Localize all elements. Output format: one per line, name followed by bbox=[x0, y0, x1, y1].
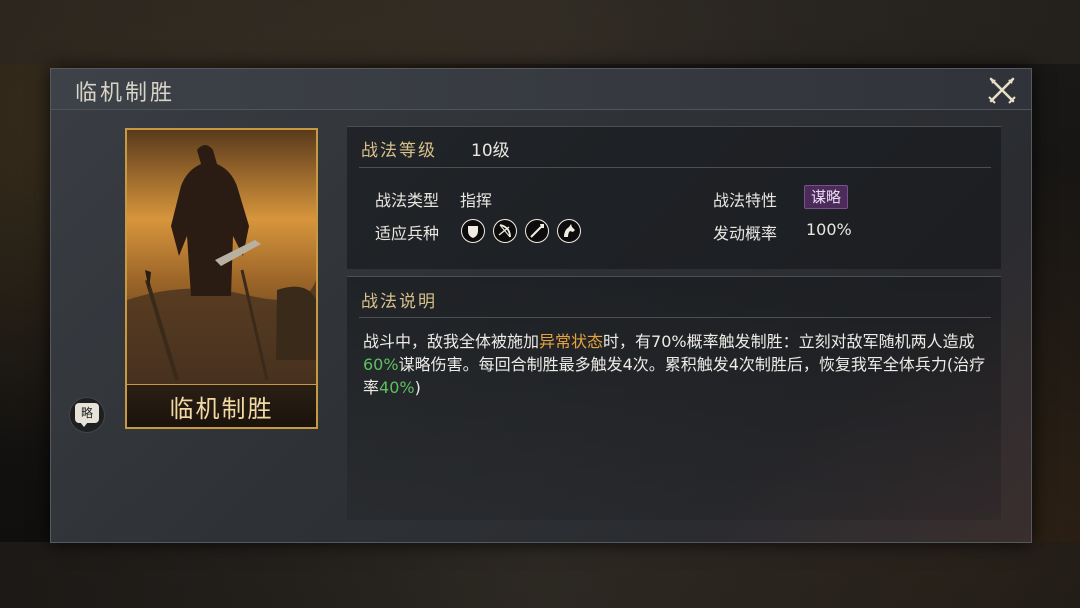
skill-stats-panel: 战法等级 10级 战法类型 指挥 战法特性 谋略 适应兵种 发动概率 100% bbox=[347, 126, 1001, 269]
background-bottom-strip bbox=[0, 542, 1080, 608]
rate-label: 发动概率 bbox=[713, 224, 778, 243]
strategy-type-badge: 略 bbox=[69, 397, 105, 433]
damage-rate-highlight: 60% bbox=[363, 355, 399, 374]
divider bbox=[359, 167, 991, 168]
type-label: 战法类型 bbox=[375, 191, 440, 210]
dialog-title: 临机制胜 bbox=[75, 81, 176, 106]
card-name: 临机制胜 bbox=[169, 395, 274, 423]
type-value: 指挥 bbox=[460, 191, 493, 210]
dialog-titlebar: 临机制胜 bbox=[51, 69, 1031, 110]
cavalry-horse-icon bbox=[557, 219, 581, 243]
bow-archer-icon bbox=[493, 219, 517, 243]
card-name-banner: 临机制胜 bbox=[127, 384, 316, 427]
general-artwork-image bbox=[127, 130, 316, 385]
close-button[interactable] bbox=[987, 75, 1017, 105]
spear-icon bbox=[525, 219, 549, 243]
description-title: 战法说明 bbox=[361, 292, 437, 312]
rate-value: 100% bbox=[806, 220, 852, 239]
divider bbox=[359, 317, 991, 318]
shield-infantry-icon bbox=[461, 219, 485, 243]
description-text: 战斗中，敌我全体被施加异常状态时，有70%概率触发制胜：立刻对敌军随机两人造成6… bbox=[363, 332, 986, 397]
skill-card: 临机制胜 bbox=[125, 128, 318, 429]
units-label: 适应兵种 bbox=[375, 224, 440, 243]
level-label: 战法等级 bbox=[361, 141, 437, 161]
trait-label: 战法特性 bbox=[713, 191, 778, 210]
trait-badge: 谋略 bbox=[804, 185, 849, 209]
skill-description-panel: 战法说明 战斗中，敌我全体被施加异常状态时，有70%概率触发制胜：立刻对敌军随机… bbox=[347, 276, 1001, 520]
skill-detail-dialog: 临机制胜 略 临机制胜 战法等级 10级 战法类型 指挥 战法特性 谋略 适应兵… bbox=[50, 68, 1032, 543]
speech-bubble-icon: 略 bbox=[75, 403, 99, 423]
heal-rate-highlight: 40% bbox=[379, 378, 415, 397]
close-crossed-weapons-icon bbox=[988, 77, 1016, 104]
status-effect-highlight: 异常状态 bbox=[539, 332, 604, 351]
background-top-strip bbox=[0, 0, 1080, 64]
level-value: 10级 bbox=[471, 141, 510, 161]
